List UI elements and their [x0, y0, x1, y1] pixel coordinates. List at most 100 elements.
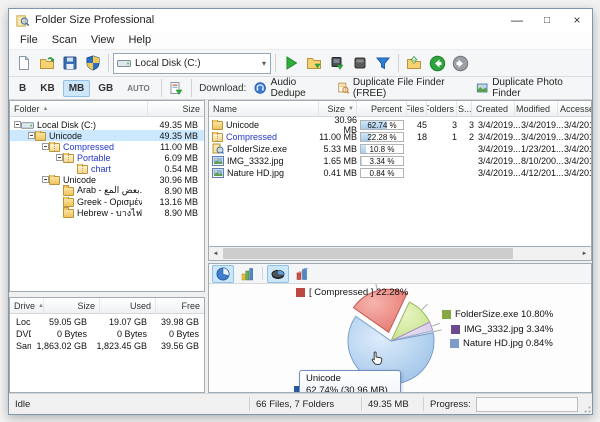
- s-column-header[interactable]: S...: [457, 101, 472, 116]
- minimize-button[interactable]: —: [502, 9, 532, 31]
- menu-scan[interactable]: Scan: [45, 33, 84, 47]
- scrollbar-thumb[interactable]: [223, 248, 513, 259]
- separator: [108, 54, 109, 72]
- unit-kb-button[interactable]: KB: [34, 80, 60, 97]
- status-progress-label: Progress:: [424, 397, 476, 411]
- promo-audio-dedupe[interactable]: Audio Dedupe: [252, 76, 332, 100]
- unit-auto-button[interactable]: AUTO: [121, 81, 156, 96]
- chart-style-button[interactable]: [291, 265, 313, 283]
- drive-row-local[interactable]: Local ... 59.05 GB19.07 GB39.98 GB: [10, 316, 204, 328]
- pie-3d-button[interactable]: [267, 265, 289, 283]
- drive-column-header[interactable]: Drive▲: [10, 298, 44, 313]
- file-size: 1.65 MB: [319, 156, 357, 166]
- bar-chart-button[interactable]: [236, 265, 258, 283]
- modified-column-header[interactable]: Modified: [515, 101, 558, 116]
- folders-column-header[interactable]: Folders: [427, 101, 457, 116]
- free-column-header[interactable]: Free: [156, 298, 204, 313]
- file-row[interactable]: Unicode 30.96 MB 62.74 % 45 3 3 3/4/2019…: [209, 119, 591, 131]
- scan-network-button[interactable]: [326, 52, 348, 74]
- file-list-header: Name Size▼ Percent Files Folders S... Cr…: [209, 101, 591, 117]
- filter-button[interactable]: [372, 52, 394, 74]
- menu-help[interactable]: Help: [121, 33, 158, 47]
- legend-img: IMG_3332.jpg 3.34%: [451, 324, 553, 335]
- tree-row-hebrew[interactable]: Hebrew - บางไฟล... 8.90 MB: [10, 207, 204, 218]
- progress-bar: [476, 397, 578, 412]
- folder-icon: [63, 209, 74, 218]
- status-bar: Idle 66 Files, 7 Folders 49.35 MB Progre…: [9, 393, 592, 414]
- separator: [191, 79, 192, 97]
- scan-folder-button[interactable]: [303, 52, 325, 74]
- maximize-button[interactable]: □: [532, 9, 562, 31]
- close-button[interactable]: ×: [562, 9, 592, 31]
- tree-row-portable[interactable]: Portable 6.09 MB: [10, 152, 204, 163]
- collapse-icon[interactable]: [56, 154, 63, 161]
- save-button[interactable]: [59, 52, 81, 74]
- collapse-icon[interactable]: [28, 132, 35, 139]
- back-button[interactable]: [426, 52, 448, 74]
- drive-selector[interactable]: Local Disk (C:) ▾: [113, 53, 271, 74]
- download-label: Download:: [199, 83, 246, 94]
- drive-row-samba[interactable]: Samb... 1,863.02 GB1,823.45 GB39.56 GB: [10, 340, 204, 352]
- open-button[interactable]: [36, 52, 58, 74]
- scroll-left-icon[interactable]: ◄: [209, 247, 222, 260]
- new-scan-button[interactable]: [13, 52, 35, 74]
- size-column-header[interactable]: Size▼: [319, 101, 357, 116]
- tree-row-chart[interactable]: chart 0.54 MB: [10, 163, 204, 174]
- export-report-button[interactable]: [167, 77, 187, 99]
- folder-column-header[interactable]: Folder▲: [10, 101, 148, 116]
- tree-row-unicode-selected[interactable]: Unicode 49.35 MB: [10, 130, 204, 141]
- compressed-folder-icon: [212, 133, 223, 142]
- collapse-icon[interactable]: [42, 176, 49, 183]
- unit-gb-button[interactable]: GB: [92, 80, 119, 97]
- collapse-icon[interactable]: [42, 143, 49, 150]
- drive-row-dvd[interactable]: DVD ... 0 Bytes0 Bytes0 Bytes: [10, 328, 204, 340]
- legend-connector-line: [432, 323, 440, 326]
- forward-button[interactable]: [449, 52, 471, 74]
- drive-icon: [21, 120, 34, 130]
- files-column-header[interactable]: Files: [407, 101, 427, 116]
- collapse-icon[interactable]: [14, 121, 21, 128]
- unit-b-button[interactable]: B: [13, 80, 32, 97]
- promo-label: Duplicate File Finder (FREE): [353, 77, 466, 99]
- tree-row-compressed[interactable]: Compressed 11.00 MB: [10, 141, 204, 152]
- start-scan-button[interactable]: [280, 52, 302, 74]
- pie-chart-button[interactable]: [212, 265, 234, 283]
- resize-grip[interactable]: [582, 398, 592, 414]
- up-level-button[interactable]: [403, 52, 425, 74]
- file-row[interactable]: FolderSize.exe 5.33 MB 10.8 % 3/4/2019..…: [209, 143, 591, 155]
- tree-row-arab[interactable]: Arab - بعض المع... 8.90 MB: [10, 185, 204, 196]
- stop-scan-button[interactable]: [349, 52, 371, 74]
- unit-mb-button[interactable]: MB: [63, 80, 91, 97]
- percent-column-header[interactable]: Percent: [357, 101, 407, 116]
- accessed-column-header[interactable]: Accessed: [558, 101, 591, 116]
- menu-view[interactable]: View: [84, 33, 122, 47]
- created-column-header[interactable]: Created: [472, 101, 515, 116]
- promo-duplicate-photo-finder[interactable]: Duplicate Photo Finder: [474, 76, 588, 100]
- menu-file[interactable]: File: [13, 33, 45, 47]
- folder-icon: [212, 121, 223, 130]
- main-area: Folder▲ Size Local Disk (C:) 49.35 MB Un…: [9, 100, 592, 393]
- name-column-header[interactable]: Name: [209, 101, 319, 116]
- used-column-header[interactable]: Used: [100, 298, 156, 313]
- folder-icon: [35, 132, 46, 141]
- scroll-right-icon[interactable]: ►: [578, 247, 591, 260]
- file-row[interactable]: Nature HD.jpg 0.41 MB 0.84 % 3/4/2019...…: [209, 167, 591, 179]
- percent-bar: 10.8 %: [360, 144, 404, 154]
- file-size: 11.00 MB: [319, 132, 357, 142]
- tree-row-local-disk[interactable]: Local Disk (C:) 49.35 MB: [10, 119, 204, 130]
- file-row[interactable]: Compressed 11.00 MB 22.28 % 18 1 2 3/4/2…: [209, 131, 591, 143]
- folder-tree-header: Folder▲ Size: [10, 101, 204, 117]
- legend-swatch: [442, 310, 451, 319]
- application-icon: [212, 143, 224, 155]
- status-state: Idle: [9, 397, 250, 411]
- image-file-icon: [212, 167, 224, 179]
- tree-row-unicode2[interactable]: Unicode 30.96 MB: [10, 174, 204, 185]
- file-row[interactable]: IMG_3332.jpg 1.65 MB 3.34 % 3/4/2019... …: [209, 155, 591, 167]
- admin-shield-icon[interactable]: [82, 52, 104, 74]
- compressed-folder-icon: [77, 165, 88, 174]
- promo-duplicate-file-finder[interactable]: Duplicate File Finder (FREE): [335, 76, 472, 100]
- size-column-header[interactable]: Size: [44, 298, 100, 313]
- horizontal-scrollbar[interactable]: ◄ ►: [208, 247, 592, 261]
- size-column-header[interactable]: Size: [148, 101, 204, 116]
- image-file-icon: [212, 155, 224, 167]
